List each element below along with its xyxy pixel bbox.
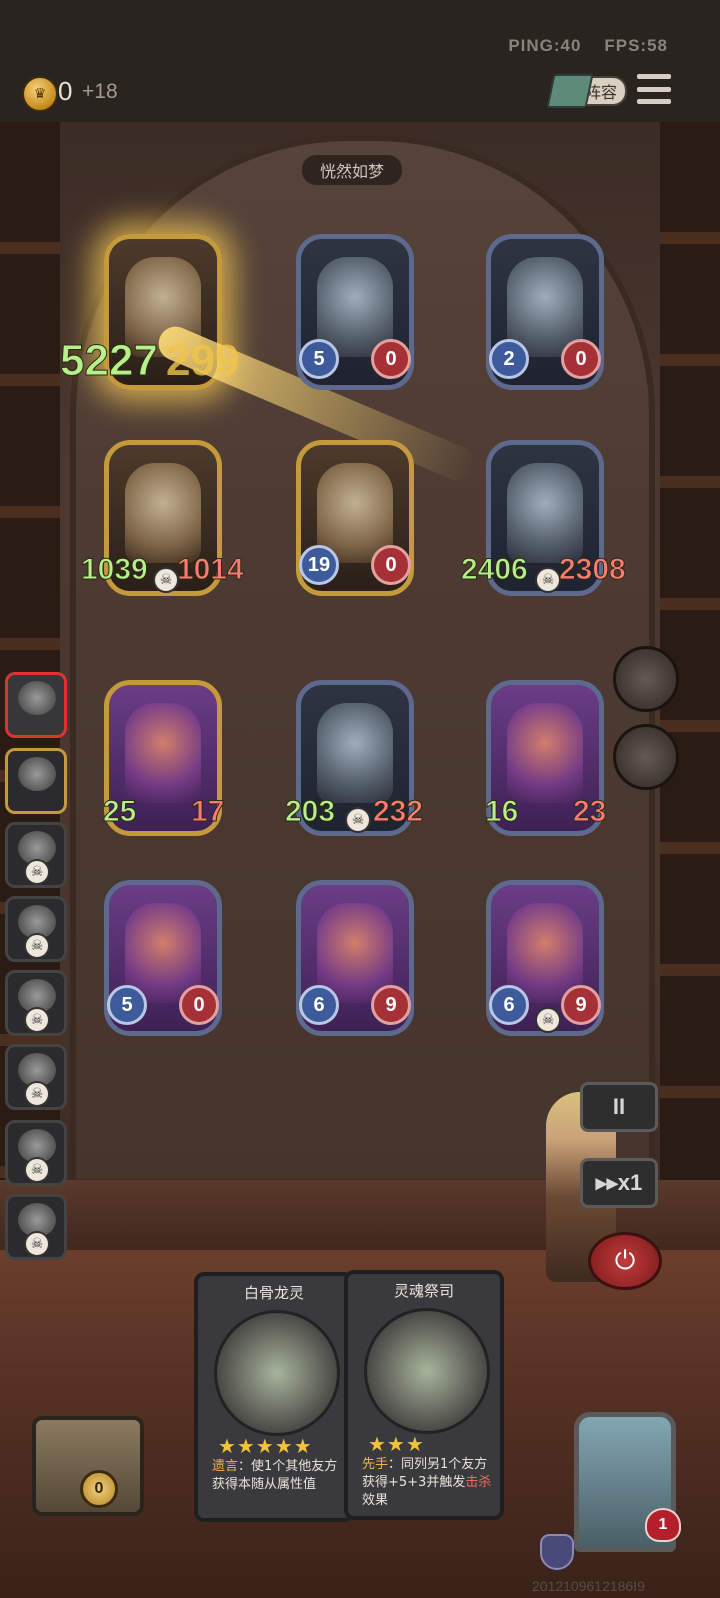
card-name: 白骨龙灵 (243, 1284, 304, 1302)
ally-card[interactable]: 203 ☠ 232 (284, 680, 424, 836)
skull-icon: ☠ (24, 1231, 50, 1257)
pause-button[interactable]: II (580, 1082, 658, 1132)
ally-card[interactable]: 16 23 (484, 680, 607, 836)
ally-card[interactable]: 5 0 (104, 880, 222, 1036)
gold-coin-icon: ♛ (22, 76, 58, 112)
gold-income: +18 (82, 80, 118, 103)
health-stat: 17 (190, 795, 225, 829)
health-stat: 232 (372, 795, 424, 829)
health-stat: 2308 (559, 553, 627, 587)
opponent-portrait[interactable]: ☠ (5, 1120, 67, 1186)
card-art (364, 1308, 490, 1434)
attack-stat: 5 (299, 339, 339, 379)
skull-icon: ☠ (535, 1007, 561, 1033)
opponent-portrait-active[interactable] (5, 672, 67, 738)
card-text: 遗言：使1个其他友方获得本随从属性值 (212, 1458, 342, 1494)
speed-button[interactable]: ▸▸x1 (580, 1158, 658, 1208)
opponent-portrait[interactable]: ☠ (5, 1044, 67, 1110)
attack-stat: 2406 (461, 553, 529, 587)
health-stat: 9 (561, 985, 601, 1025)
attack-stat: 25 (102, 795, 137, 829)
attack-stat: 16 (484, 795, 519, 829)
star-rating: ★★★ (368, 1432, 425, 1456)
skull-icon: ☠ (535, 567, 561, 593)
card-art (507, 463, 583, 563)
ally-card[interactable]: 25 17 (102, 680, 225, 836)
health-stat: 23 (572, 795, 607, 829)
health-stat: 9 (371, 985, 411, 1025)
chest-coin-count: 0 (80, 1470, 118, 1508)
menu-icon[interactable] (637, 74, 671, 104)
skull-icon: ☠ (24, 1081, 50, 1107)
health-stat: 0 (371, 339, 411, 379)
ally-card[interactable]: 6 ☠ 9 (486, 880, 604, 1036)
skull-icon: ☠ (24, 933, 50, 959)
attack-stat: 6 (299, 985, 339, 1025)
opponent-face (18, 681, 56, 715)
star-rating: ★★★★★ (218, 1434, 313, 1458)
keyword-kill: 击杀 (465, 1475, 492, 1490)
floating-damage-overlay: 299 (166, 336, 240, 385)
card-art (125, 463, 201, 563)
ally-card[interactable]: 6 9 (296, 880, 414, 1036)
enemy-card[interactable]: 2406 ☠ 2308 (461, 440, 626, 596)
opponent-face (18, 757, 56, 791)
health-stat: 0 (561, 339, 601, 379)
card-name: 灵魂祭司 (393, 1282, 454, 1300)
voodoo-doll-token[interactable] (613, 646, 679, 712)
hand-card[interactable]: 灵魂祭司 ★★★ 先手：同列另1个友方获得+5+3并触发击杀效果 (344, 1270, 504, 1520)
opponent-portrait[interactable]: ☠ (5, 822, 67, 888)
enemy-card[interactable]: 19 0 (296, 440, 414, 596)
floating-damage: 5227 (60, 336, 159, 386)
card-text: 先手：同列另1个友方获得+5+3并触发击杀效果 (362, 1456, 492, 1510)
skull-icon: ☠ (345, 807, 371, 833)
voodoo-doll-token[interactable] (613, 724, 679, 790)
opponent-portrait[interactable] (5, 748, 67, 814)
card-art (507, 703, 583, 803)
opponent-portrait[interactable]: ☠ (5, 1194, 67, 1260)
opponent-portrait[interactable]: ☠ (5, 970, 67, 1036)
skull-icon: ☠ (153, 567, 179, 593)
attack-stat: 6 (489, 985, 529, 1025)
fps-label: FPS:58 (604, 36, 668, 55)
attack-stat: 19 (299, 545, 339, 585)
keyword: 先手 (362, 1457, 389, 1472)
attack-stat: 2 (489, 339, 529, 379)
ping-label: PING:40 (508, 36, 582, 55)
health-stat: 0 (371, 545, 411, 585)
power-button[interactable]: ⏻ (588, 1232, 662, 1290)
enemy-card[interactable]: 2 0 (486, 234, 604, 390)
gold-value: 0 (58, 76, 73, 106)
skull-icon: ☠ (24, 1007, 50, 1033)
card-art (317, 703, 393, 803)
card-art (214, 1310, 340, 1436)
skull-icon: ☠ (24, 859, 50, 885)
enemy-card[interactable]: 5 0 (296, 234, 414, 390)
enemy-card[interactable]: 1039 ☠ 1014 (81, 440, 244, 596)
health-stat: 1014 (177, 553, 245, 587)
shield-icon (540, 1534, 574, 1570)
hand-card[interactable]: 白骨龙灵 ★★★★★ 遗言：使1个其他友方获得本随从属性值 (194, 1272, 354, 1522)
opponent-portrait[interactable]: ☠ (5, 896, 67, 962)
attack-stat: 203 (284, 795, 336, 829)
skull-icon: ☠ (24, 1157, 50, 1183)
health-stat: 0 (179, 985, 219, 1025)
card-description-tail: 效果 (362, 1493, 389, 1508)
board-title: 恍然如梦 (302, 155, 402, 185)
lineup-book-icon (546, 74, 594, 108)
attack-stat: 1039 (81, 553, 149, 587)
card-art (125, 703, 201, 803)
keyword: 遗言 (212, 1459, 239, 1474)
player-health: 1 (645, 1508, 681, 1542)
attack-stat: 5 (107, 985, 147, 1025)
session-id: 2012109612186I9 (532, 1578, 645, 1594)
network-stats: PING:40 FPS:58 (508, 36, 668, 56)
